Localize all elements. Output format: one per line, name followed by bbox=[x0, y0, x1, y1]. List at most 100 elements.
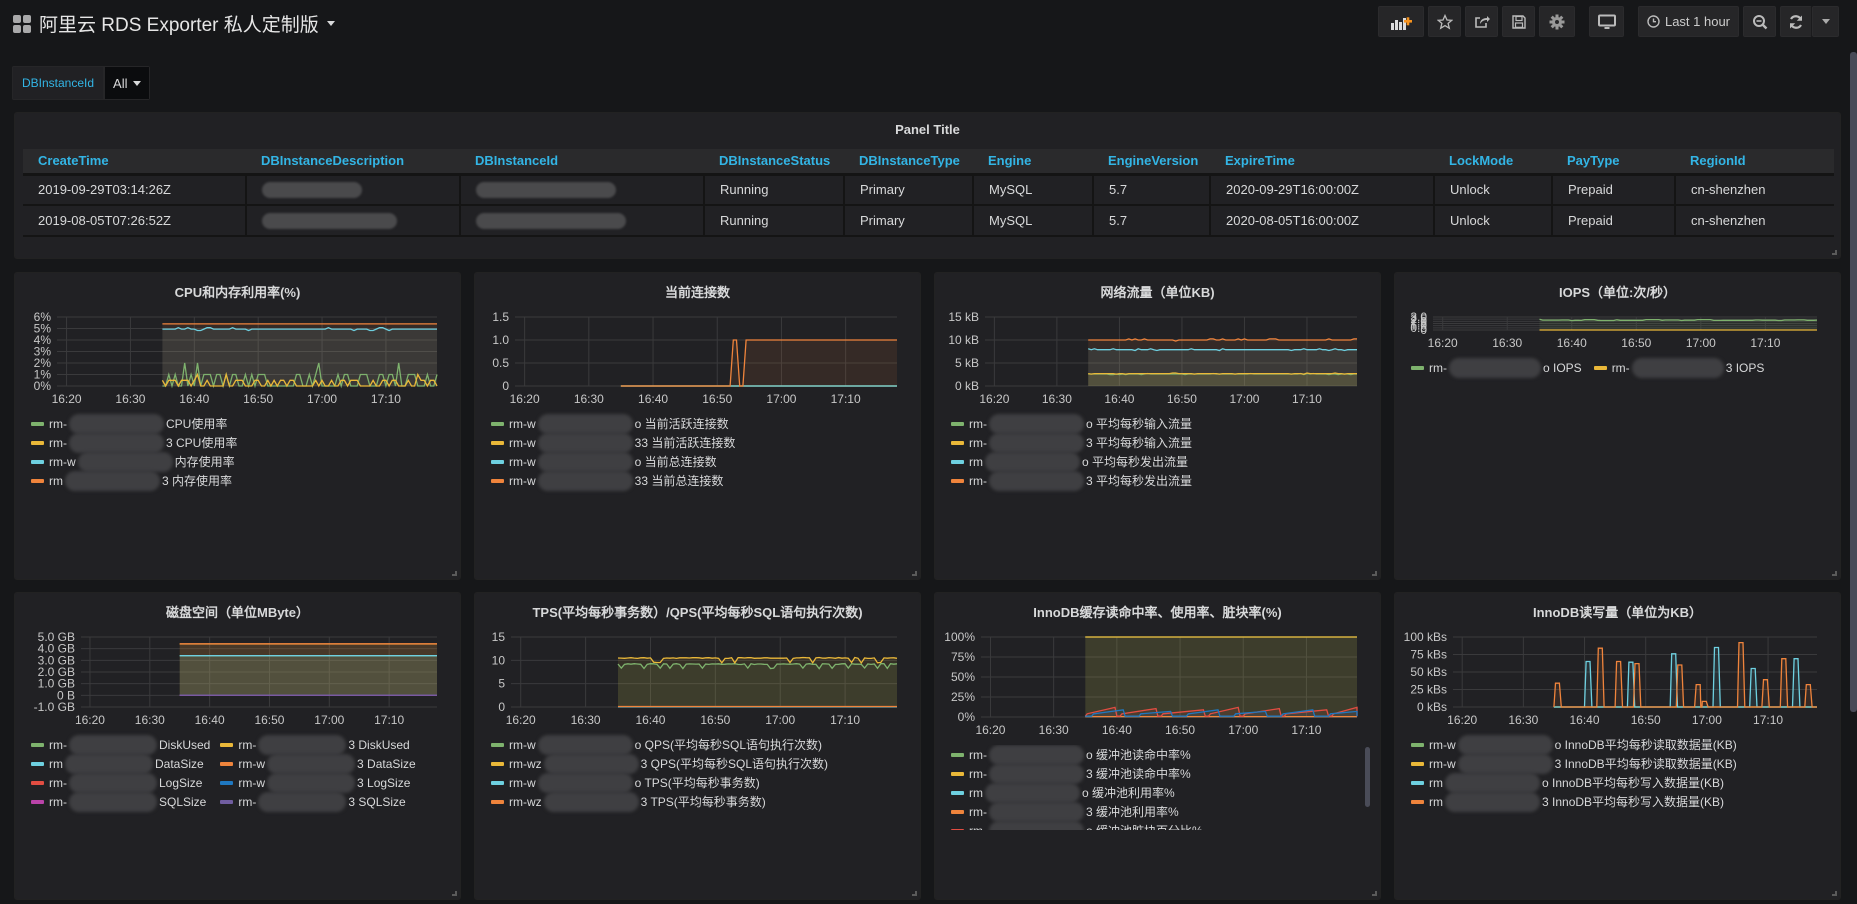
legend-item[interactable]: rm- CPU使用率 bbox=[31, 413, 237, 434]
resize-handle[interactable] bbox=[452, 571, 457, 576]
column-header-engine[interactable]: Engine bbox=[973, 149, 1093, 176]
legend-color-swatch[interactable] bbox=[1411, 799, 1424, 804]
legend-color-swatch[interactable] bbox=[1411, 761, 1424, 766]
zoom-out-button[interactable] bbox=[1743, 6, 1776, 37]
legend-color-swatch[interactable] bbox=[220, 780, 234, 785]
resize-handle[interactable] bbox=[1832, 891, 1837, 896]
legend-item[interactable]: rm-wz 3 TPS(平均每秒事务数) bbox=[491, 791, 828, 812]
legend-color-swatch[interactable] bbox=[31, 780, 44, 785]
legend-color-swatch[interactable] bbox=[951, 421, 964, 426]
legend-item[interactable]: rm-w 内存使用率 bbox=[31, 451, 237, 472]
legend-color-swatch[interactable] bbox=[1411, 742, 1424, 747]
save-button[interactable] bbox=[1502, 6, 1535, 37]
legend-color-swatch[interactable] bbox=[951, 478, 964, 483]
refresh-interval-dropdown[interactable] bbox=[1812, 6, 1839, 37]
legend-color-swatch[interactable] bbox=[491, 478, 504, 483]
legend-item[interactable]: rm-w 3 InnoDB平均每秒读取数据量(KB) bbox=[1411, 753, 1737, 774]
legend-item[interactable]: rm-w o TPS(平均每秒事务数) bbox=[491, 772, 828, 793]
legend-color-swatch[interactable] bbox=[31, 459, 44, 464]
legend-item[interactable]: rm-w o 当前活跃连接数 bbox=[491, 413, 735, 434]
legend-color-swatch[interactable] bbox=[951, 828, 964, 830]
legend-item[interactable]: rm-w o QPS(平均每秒SQL语句执行次数) bbox=[491, 734, 828, 755]
resize-handle[interactable] bbox=[452, 891, 457, 896]
legend-item[interactable]: rm-w o 当前总连接数 bbox=[491, 451, 735, 472]
legend-item[interactable]: rm- 3 DiskUsed bbox=[220, 734, 415, 755]
legend-color-swatch[interactable] bbox=[491, 799, 504, 804]
column-header-createtime[interactable]: CreateTime bbox=[23, 149, 246, 176]
legend-item[interactable]: rm- 3 缓冲池读命中率% bbox=[951, 763, 1350, 784]
column-header-regionid[interactable]: RegionId bbox=[1675, 149, 1834, 176]
legend-color-swatch[interactable] bbox=[951, 440, 964, 445]
tv-mode-button[interactable] bbox=[1589, 6, 1624, 37]
graph-canvas[interactable]: 00.51.01.52.02.53.016:20 16:30 16:40 16:50 1… bbox=[1395, 273, 1842, 581]
legend-item[interactable]: rm-o 缓冲池脏块百分比% bbox=[951, 820, 1350, 830]
panel-title[interactable]: Panel Title bbox=[15, 122, 1840, 137]
column-header-lockmode[interactable]: LockMode bbox=[1434, 149, 1552, 176]
legend-item[interactable]: rm-w 3 LogSize bbox=[220, 772, 415, 793]
legend-item[interactable]: rm- 3 IOPS bbox=[1593, 357, 1764, 378]
legend-item[interactable]: rm- 3 SQLSize bbox=[220, 791, 415, 812]
legend-color-swatch[interactable] bbox=[491, 421, 504, 426]
column-header-paytype[interactable]: PayType bbox=[1552, 149, 1675, 176]
legend-item[interactable]: rm 3 InnoDB平均每秒写入数据量(KB) bbox=[1411, 791, 1737, 812]
legend-item[interactable]: rm-o 缓冲池读命中率% bbox=[951, 745, 1350, 765]
legend-color-swatch[interactable] bbox=[1411, 365, 1424, 370]
legend-color-swatch[interactable] bbox=[1411, 780, 1424, 785]
legend-color-swatch[interactable] bbox=[31, 421, 44, 426]
legend-color-swatch[interactable] bbox=[491, 459, 504, 464]
column-header-dbinstanceid[interactable]: DBInstanceId bbox=[460, 149, 704, 176]
refresh-button[interactable] bbox=[1780, 6, 1812, 37]
legend-item[interactable]: rm- 3 CPU使用率 bbox=[31, 432, 237, 453]
legend-item[interactable]: rm-wz 3 QPS(平均每秒SQL语句执行次数) bbox=[491, 753, 828, 774]
legend-item[interactable]: rm- 3 平均每秒发出流量 bbox=[951, 470, 1192, 491]
column-header-dbinstancetype[interactable]: DBInstanceType bbox=[844, 149, 973, 176]
add-panel-button[interactable] bbox=[1378, 6, 1424, 37]
resize-handle[interactable] bbox=[912, 571, 917, 576]
legend-item[interactable]: rm o InnoDB平均每秒写入数据量(KB) bbox=[1411, 772, 1737, 793]
resize-handle[interactable] bbox=[1832, 571, 1837, 576]
legend-item[interactable]: rm- DiskUsed bbox=[31, 734, 210, 755]
legend-item[interactable]: rm-w 33 当前活跃连接数 bbox=[491, 432, 735, 453]
legend-color-swatch[interactable] bbox=[31, 478, 44, 483]
legend-color-swatch[interactable] bbox=[951, 809, 964, 814]
star-button[interactable] bbox=[1428, 6, 1461, 37]
settings-button[interactable] bbox=[1539, 6, 1575, 37]
legend-color-swatch[interactable] bbox=[220, 761, 234, 766]
resize-handle[interactable] bbox=[912, 891, 917, 896]
legend-color-swatch[interactable] bbox=[31, 799, 44, 804]
legend-item[interactable]: rm- 3 平均每秒输入流量 bbox=[951, 432, 1192, 453]
legend-item[interactable]: rm-o 平均每秒输入流量 bbox=[951, 413, 1192, 434]
legend-item[interactable]: rm-o IOPS bbox=[1411, 357, 1582, 378]
legend-color-swatch[interactable] bbox=[951, 771, 964, 776]
column-header-dbinstancestatus[interactable]: DBInstanceStatus bbox=[704, 149, 844, 176]
legend-color-swatch[interactable] bbox=[951, 790, 964, 795]
legend-color-swatch[interactable] bbox=[491, 780, 504, 785]
page-scrollbar[interactable] bbox=[1850, 52, 1857, 712]
legend-color-swatch[interactable] bbox=[220, 742, 234, 747]
legend-color-swatch[interactable] bbox=[491, 440, 504, 445]
legend-item[interactable]: rm o 缓冲池利用率% bbox=[951, 782, 1350, 803]
dashboard-title-dropdown[interactable]: 阿里云 RDS Exporter 私人定制版 bbox=[13, 10, 335, 37]
legend-item[interactable]: rm- 3 缓冲池利用率% bbox=[951, 801, 1350, 822]
share-button[interactable] bbox=[1465, 6, 1498, 37]
legend-item[interactable]: rm- LogSize bbox=[31, 772, 210, 793]
legend-color-swatch[interactable] bbox=[951, 752, 964, 757]
legend-color-swatch[interactable] bbox=[491, 742, 504, 747]
resize-handle[interactable] bbox=[1372, 891, 1377, 896]
legend-color-swatch[interactable] bbox=[31, 761, 44, 766]
legend-item[interactable]: rm- SQLSize bbox=[31, 791, 210, 812]
legend-color-swatch[interactable] bbox=[31, 440, 44, 445]
column-header-expiretime[interactable]: ExpireTime bbox=[1210, 149, 1434, 176]
legend-item[interactable]: rm-w 3 DataSize bbox=[220, 753, 416, 774]
legend-item[interactable]: rm DataSize bbox=[31, 753, 210, 774]
legend-item[interactable]: rm o 平均每秒发出流量 bbox=[951, 451, 1192, 472]
legend-color-swatch[interactable] bbox=[951, 459, 964, 464]
legend-color-swatch[interactable] bbox=[1593, 365, 1607, 370]
legend-scrollbar[interactable] bbox=[1365, 747, 1370, 807]
column-header-dbinstancedescription[interactable]: DBInstanceDescription bbox=[246, 149, 460, 176]
legend-item[interactable]: rm-w o InnoDB平均每秒读取数据量(KB) bbox=[1411, 734, 1737, 755]
legend-item[interactable]: rm 3 内存使用率 bbox=[31, 470, 237, 491]
legend-color-swatch[interactable] bbox=[31, 742, 44, 747]
time-range-picker[interactable]: Last 1 hour bbox=[1638, 6, 1739, 37]
resize-handle[interactable] bbox=[1372, 571, 1377, 576]
